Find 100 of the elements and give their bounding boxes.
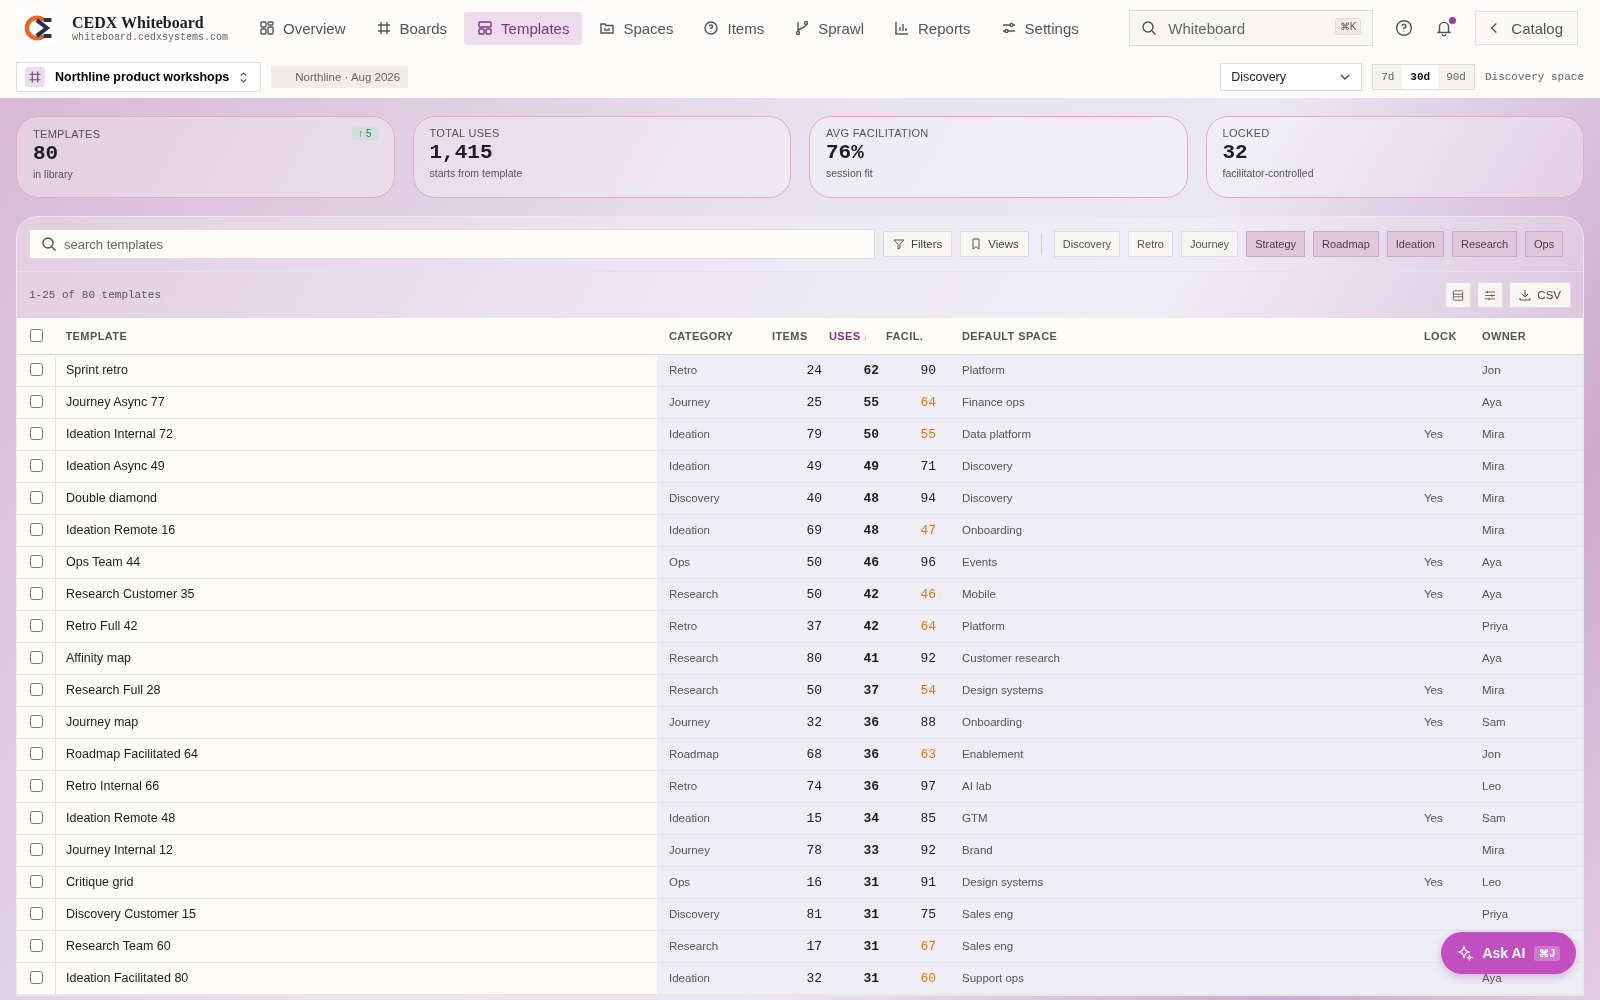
column-header[interactable]: USES ↓ [828,318,885,355]
nav-tab[interactable]: Sprawl [781,11,877,45]
row-checkbox[interactable] [29,362,43,376]
template-name[interactable]: Journey Async 77 [66,395,165,410]
nav-tab[interactable]: Templates [464,11,583,45]
table-cell: Onboarding [962,715,1023,728]
table-cell: 40 [806,491,822,506]
category-chip[interactable]: Roadmap [1313,231,1379,257]
row-checkbox[interactable] [29,842,43,856]
row-checkbox[interactable] [29,522,43,536]
nav-tab[interactable]: Boards [362,11,461,45]
select-all-checkbox[interactable] [29,328,43,342]
help-icon[interactable] [1395,19,1414,37]
template-name[interactable]: Double diamond [66,491,158,506]
row-checkbox[interactable] [29,426,43,440]
row-checkbox[interactable] [29,874,43,888]
template-name[interactable]: Journey map [66,715,139,730]
template-name[interactable]: Affinity map [66,651,132,666]
template-name[interactable]: Research Customer 35 [66,587,195,602]
row-checkbox[interactable] [29,810,43,824]
template-name[interactable]: Retro Full 42 [66,619,138,634]
density-button[interactable] [1445,282,1472,308]
template-name[interactable]: Discovery Customer 15 [66,907,196,922]
export-button[interactable]: CSV [1509,282,1571,308]
row-checkbox[interactable] [29,554,43,568]
table-cell: 31 [863,875,879,890]
column-header[interactable]: LOCK [1423,318,1481,355]
template-name[interactable]: Retro Internal 66 [66,779,160,794]
row-checkbox[interactable] [29,714,43,728]
table-cell: 41 [863,651,879,666]
workspace-select[interactable]: Northline product workshops [16,62,262,92]
row-checkbox[interactable] [29,938,43,952]
category-chip[interactable]: Strategy [1246,231,1306,257]
nav-tab[interactable]: Items [690,11,778,45]
row-checkbox[interactable] [29,970,43,984]
row-checkbox[interactable] [29,490,43,504]
template-name[interactable]: Sprint retro [66,363,128,378]
table-cell: Yes [1424,427,1443,440]
ask-ai-button[interactable]: Ask AI ⌘J [1441,932,1576,974]
back-button[interactable]: Catalog [1475,11,1578,45]
column-header[interactable]: FACIL. [885,318,942,355]
column-header[interactable]: CATEGORY [657,318,760,355]
search-field[interactable]: search templates [29,229,875,259]
stat-label: AVG FACILITATION [826,127,929,139]
table-cell: 60 [920,971,936,986]
branch-icon [794,20,811,36]
table-cell: 79 [806,427,822,442]
template-name[interactable]: Ideation Internal 72 [66,427,174,442]
row-checkbox[interactable] [29,586,43,600]
hash-icon [25,67,45,87]
template-name[interactable]: Ideation Facilitated 80 [66,971,189,986]
category-chip[interactable]: Research [1451,231,1518,257]
category-chip[interactable]: Discovery [1053,231,1121,257]
row-checkbox[interactable] [29,394,43,408]
table-cell: Yes [1424,875,1443,888]
template-name[interactable]: Ideation Remote 16 [66,523,176,538]
range-tab[interactable]: 90d [1438,65,1474,89]
column-header[interactable]: OWNER [1481,318,1583,355]
delta-badge: ↑ 5 [352,127,378,140]
template-name[interactable]: Ideation Async 49 [66,459,165,474]
template-name[interactable]: Journey Internal 12 [66,843,173,858]
template-name[interactable]: Research Team 60 [66,939,171,954]
stat-value: 80 [33,142,60,165]
template-name[interactable]: Ideation Remote 48 [66,811,176,826]
table-cell: 31 [863,907,879,922]
nav-tab[interactable]: Spaces [586,11,687,45]
range-tab[interactable]: 7d [1373,65,1403,89]
range-tab[interactable]: 30d [1402,65,1439,89]
row-checkbox[interactable] [29,682,43,696]
category-chip[interactable]: Journey [1181,231,1239,257]
space-select[interactable]: Discovery [1220,63,1363,91]
column-header[interactable]: TEMPLATE [55,318,657,355]
template-name[interactable]: Roadmap Facilitated 64 [66,747,199,762]
table-cell: 64 [920,619,936,634]
category-chip[interactable]: Retro [1128,231,1173,257]
table-cell: Mobile [962,587,996,600]
category-chip[interactable]: Ideation [1386,231,1444,257]
row-checkbox[interactable] [29,746,43,760]
nav-tab[interactable]: Settings [987,11,1092,45]
table-cell: Yes [1424,811,1443,824]
row-checkbox[interactable] [29,458,43,472]
column-header[interactable]: DEFAULT SPACE [942,318,1423,355]
template-name[interactable]: Ops Team 44 [66,555,141,570]
nav-tab[interactable]: Overview [246,11,359,45]
bell-icon[interactable] [1435,19,1454,37]
table-cell: 32 [806,715,822,730]
row-checkbox[interactable] [29,618,43,632]
nav-tab[interactable]: Reports [881,11,984,45]
template-name[interactable]: Research Full 28 [66,683,161,698]
row-checkbox[interactable] [29,778,43,792]
filters-button[interactable]: Filters [883,231,953,257]
stat-value: 32 [1222,141,1249,164]
row-checkbox[interactable] [29,906,43,920]
template-name[interactable]: Critique grid [66,875,134,890]
column-header[interactable]: ITEMS [760,318,828,355]
table-cell: 37 [806,619,822,634]
row-checkbox[interactable] [29,650,43,664]
columns-button[interactable] [1477,282,1504,308]
views-button[interactable]: Views [960,231,1029,257]
category-chip[interactable]: Ops [1525,231,1564,257]
